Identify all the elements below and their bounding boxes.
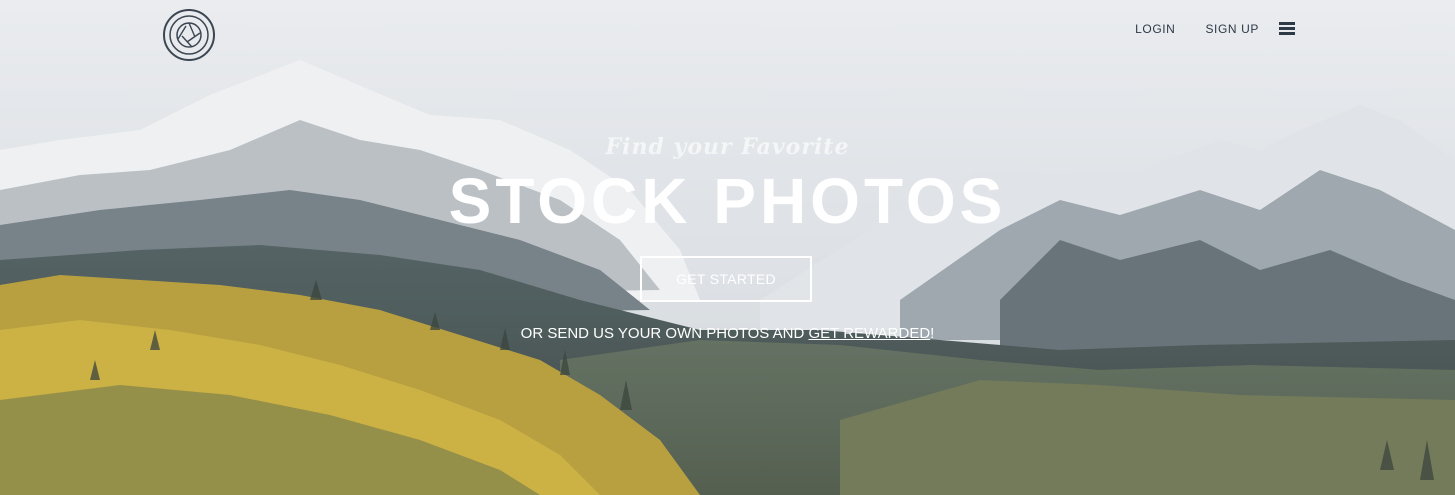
top-navigation: LOGIN SIGN UP — [1135, 22, 1295, 36]
background-overlay — [0, 0, 1455, 495]
hero-subtext-end: ! — [930, 325, 935, 342]
get-rewarded-link[interactable]: GET REWARDED — [808, 325, 930, 342]
hero-headline: STOCK PHOTOS — [448, 165, 1007, 237]
hamburger-menu-icon[interactable] — [1279, 22, 1295, 36]
hero-kicker: Find your Favorite — [605, 134, 850, 160]
login-link[interactable]: LOGIN — [1135, 22, 1175, 36]
hero-section: LOGIN SIGN UP Find your Favorite STOCK P… — [0, 0, 1455, 495]
hero-subtext-lead: OR SEND US YOUR OWN PHOTOS AND — [520, 325, 809, 342]
signup-link[interactable]: SIGN UP — [1205, 22, 1259, 36]
get-started-button[interactable]: GET STARTED — [640, 256, 812, 302]
camera-shutter-logo-icon[interactable] — [162, 8, 216, 62]
hero-subtext: OR SEND US YOUR OWN PHOTOS AND GET REWAR… — [0, 325, 1455, 342]
